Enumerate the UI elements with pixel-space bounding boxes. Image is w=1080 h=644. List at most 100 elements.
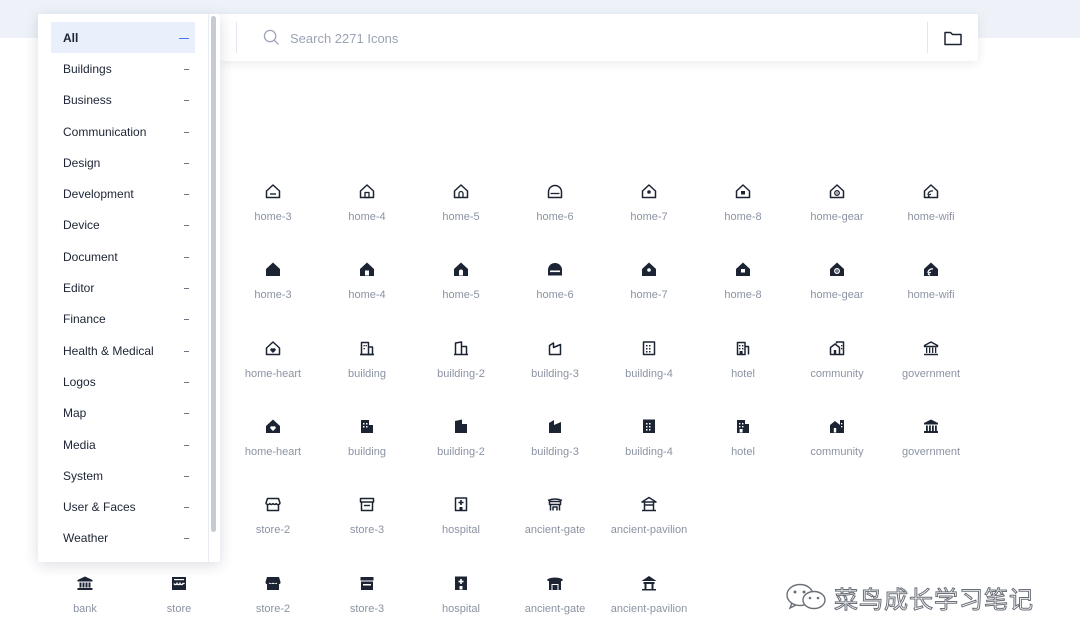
icon-tile-hotel-fill[interactable]: hotel [696, 417, 790, 477]
icon-tile-home-5-line[interactable]: home-5 [414, 182, 508, 242]
watermark: 菜鸟成长学习笔记 [784, 580, 1034, 614]
icon-tile-home-wifi-fill[interactable]: home-wifi [884, 260, 978, 320]
icon-label: home-wifi [907, 289, 955, 302]
category-label: All [63, 30, 79, 45]
icon-tile-building-line[interactable]: building [320, 339, 414, 399]
store-3-fill-icon [360, 576, 374, 590]
icon-label: building-2 [437, 445, 485, 458]
category-item-business[interactable]: Business [51, 85, 195, 116]
category-item-communication[interactable]: Communication [51, 116, 195, 147]
icon-tile-store-fill[interactable]: store [132, 574, 226, 634]
category-item-user-and-faces[interactable]: User & Faces [51, 491, 195, 522]
icon-tile-home-4-fill[interactable]: home-4 [320, 260, 414, 320]
icon-tile-community-fill[interactable]: community [790, 417, 884, 477]
icon-tile-building-2-fill[interactable]: building-2 [414, 417, 508, 477]
category-item-logos[interactable]: Logos [51, 366, 195, 397]
category-item-document[interactable]: Document [51, 241, 195, 272]
icon-label: home-4 [348, 289, 386, 302]
icon-tile-home-gear-fill[interactable]: home-gear [790, 260, 884, 320]
icon-tile-building-4-line[interactable]: building-4 [602, 339, 696, 399]
community-line-icon [829, 340, 845, 355]
dash-icon [184, 507, 189, 509]
icon-label: building-4 [625, 445, 673, 458]
icon-label: home-wifi [907, 211, 955, 223]
icon-tile-ancient-gate-line[interactable]: ancient-gate [508, 495, 602, 555]
home-5-fill-icon [454, 262, 468, 277]
icon-tile-home-7-line[interactable]: home-7 [602, 182, 696, 242]
search-input[interactable] [290, 26, 890, 50]
category-item-weather[interactable]: Weather [51, 523, 195, 554]
icon-tile-home-4-line[interactable]: home-4 [320, 182, 414, 242]
folder-icon[interactable] [942, 27, 964, 49]
category-item-system[interactable]: System [51, 460, 195, 491]
icon-tile-home-3-line[interactable]: home-3 [226, 182, 320, 242]
icon-tile-home-heart-line[interactable]: home-heart [226, 339, 320, 399]
hospital-fill-icon [455, 576, 467, 590]
icon-tile-home-7-fill[interactable]: home-7 [602, 260, 696, 320]
icon-label: store-3 [349, 524, 385, 537]
icon-label: home-3 [254, 211, 292, 223]
category-item-editor[interactable]: Editor [51, 272, 195, 303]
icon-tile-building-4-fill[interactable]: building-4 [602, 417, 696, 477]
category-label: Device [63, 218, 100, 233]
icon-tile-building-3-line[interactable]: building-3 [508, 339, 602, 399]
dash-icon [184, 256, 189, 258]
icon-tile-government-fill[interactable]: government [884, 417, 978, 477]
icon-tile-ancient-gate-fill[interactable]: ancient-gate [508, 574, 602, 634]
category-label: System [63, 468, 104, 483]
icon-tile-hotel-line[interactable]: hotel [696, 339, 790, 399]
search-bar [220, 14, 978, 61]
search-icon [263, 29, 279, 45]
icon-tile-home-6-line[interactable]: home-6 [508, 182, 602, 242]
category-item-buildings[interactable]: Buildings [51, 53, 195, 84]
dash-icon [184, 413, 189, 415]
icon-tile-home-wifi-line[interactable]: home-wifi [884, 182, 978, 242]
ancient-pavilion-fill-icon [641, 575, 657, 590]
icon-tile-home-3-fill[interactable]: home-3 [226, 260, 320, 320]
icon-label: hotel [731, 367, 755, 380]
icon-label: home-7 [630, 289, 668, 302]
icon-tile-building-2-line[interactable]: building-2 [414, 339, 508, 399]
category-label: Communication [63, 124, 147, 139]
icon-tile-hospital-fill[interactable]: hospital [414, 574, 508, 634]
icon-label: building-4 [625, 367, 673, 380]
ancient-gate-line-icon [547, 498, 563, 511]
icon-label: building-3 [531, 445, 579, 458]
home-8-line-icon [735, 184, 751, 199]
category-item-media[interactable]: Media [51, 429, 195, 460]
dash-icon [184, 381, 189, 383]
icon-label: community [810, 445, 864, 458]
icon-tile-home-6-fill[interactable]: home-6 [508, 260, 602, 320]
icon-tile-ancient-pavilion-line[interactable]: ancient-pavilion [602, 495, 696, 555]
category-item-design[interactable]: Design [51, 147, 195, 178]
scrollbar-thumb[interactable] [211, 16, 216, 532]
icon-tile-home-5-fill[interactable]: home-5 [414, 260, 508, 320]
icon-tile-home-8-line[interactable]: home-8 [696, 182, 790, 242]
icon-tile-home-8-fill[interactable]: home-8 [696, 260, 790, 320]
icon-label: home-6 [536, 211, 574, 223]
home-heart-fill-icon [266, 419, 280, 433]
icon-tile-community-line[interactable]: community [790, 339, 884, 399]
icon-tile-home-heart-fill[interactable]: home-heart [226, 417, 320, 477]
category-item-health-and-medical[interactable]: Health & Medical [51, 335, 195, 366]
icon-label: home-3 [254, 289, 292, 302]
icon-tile-store-3-fill[interactable]: store-3 [320, 574, 414, 634]
category-item-all[interactable]: All [51, 22, 195, 54]
icon-tile-hospital-line[interactable]: hospital [414, 495, 508, 555]
category-item-development[interactable]: Development [51, 178, 195, 209]
icon-label: building [348, 445, 386, 458]
category-item-device[interactable]: Device [51, 210, 195, 241]
category-item-finance[interactable]: Finance [51, 304, 195, 335]
category-item-map[interactable]: Map [51, 398, 195, 429]
home-wifi-fill-icon [924, 262, 938, 277]
icon-tile-building-3-fill[interactable]: building-3 [508, 417, 602, 477]
icon-tile-store-2-fill[interactable]: store-2 [226, 574, 320, 634]
icon-tile-store-2-line[interactable]: store-2 [226, 495, 320, 555]
icon-tile-building-fill[interactable]: building [320, 417, 414, 477]
icon-tile-government-line[interactable]: government [884, 339, 978, 399]
icon-tile-bank-fill[interactable]: bank [38, 574, 132, 634]
icon-tile-ancient-pavilion-fill[interactable]: ancient-pavilion [602, 574, 696, 634]
icon-tile-home-gear-line[interactable]: home-gear [790, 182, 884, 242]
store-2-line-icon [265, 497, 281, 512]
icon-tile-store-3-line[interactable]: store-3 [320, 495, 414, 555]
